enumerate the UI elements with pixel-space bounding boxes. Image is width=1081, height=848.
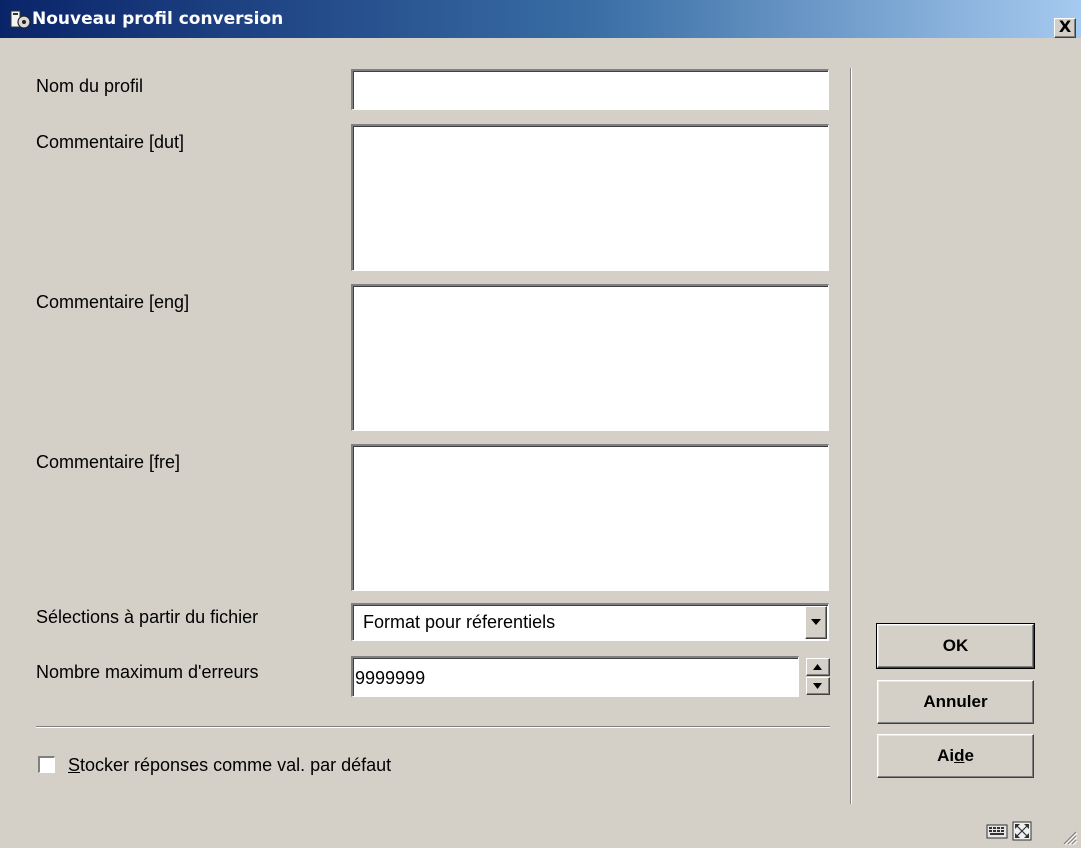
profile-name-input[interactable] bbox=[351, 69, 829, 110]
spin-down-button[interactable] bbox=[806, 677, 830, 695]
arrow-down-icon bbox=[813, 683, 822, 689]
app-icon bbox=[10, 10, 31, 29]
help-label-pre: Ai bbox=[937, 746, 955, 765]
help-label-post: e bbox=[964, 746, 974, 765]
ok-button[interactable]: OK bbox=[876, 623, 1035, 669]
title-bar[interactable]: Nouveau profil conversion X bbox=[0, 0, 1081, 38]
profile-name-label: Nom du profil bbox=[36, 76, 144, 96]
help-button[interactable]: Aide bbox=[877, 734, 1034, 778]
vertical-divider bbox=[850, 68, 852, 804]
comment-eng-label: Commentaire [eng] bbox=[36, 292, 190, 312]
comment-fre-textarea[interactable] bbox=[351, 444, 829, 591]
comment-dut-label: Commentaire [dut] bbox=[36, 132, 185, 152]
comment-fre-label: Commentaire [fre] bbox=[36, 452, 181, 472]
horizontal-divider bbox=[36, 726, 830, 728]
cancel-button[interactable]: Annuler bbox=[877, 680, 1034, 724]
help-mnemonic: d bbox=[954, 746, 965, 765]
resize-grip-icon[interactable] bbox=[1060, 828, 1078, 846]
store-defaults-label-text: tocker réponses comme val. par défaut bbox=[80, 755, 392, 775]
comment-dut-textarea[interactable] bbox=[351, 124, 829, 271]
close-icon: X bbox=[1058, 17, 1072, 36]
max-errors-input[interactable]: 9999999 bbox=[351, 656, 799, 697]
store-defaults-checkbox[interactable] bbox=[38, 756, 55, 773]
spin-up-button[interactable] bbox=[806, 658, 830, 676]
keyboard-icon[interactable] bbox=[986, 822, 1008, 840]
max-errors-label: Nombre maximum d'erreurs bbox=[36, 662, 259, 682]
store-defaults-mnemonic: S bbox=[68, 755, 81, 775]
selection-source-select[interactable]: Format pour réferentiels bbox=[351, 603, 829, 641]
maximize-icon[interactable] bbox=[1011, 820, 1033, 842]
window-title: Nouveau profil conversion bbox=[32, 9, 284, 29]
selection-source-label: Sélections à partir du fichier bbox=[36, 607, 259, 627]
dropdown-button[interactable] bbox=[805, 606, 827, 639]
comment-eng-textarea[interactable] bbox=[351, 284, 829, 431]
close-button[interactable]: X bbox=[1054, 17, 1076, 38]
chevron-down-icon bbox=[811, 619, 821, 625]
store-defaults-label[interactable]: Stocker réponses comme val. par défaut bbox=[68, 755, 391, 776]
arrow-up-icon bbox=[813, 664, 822, 670]
